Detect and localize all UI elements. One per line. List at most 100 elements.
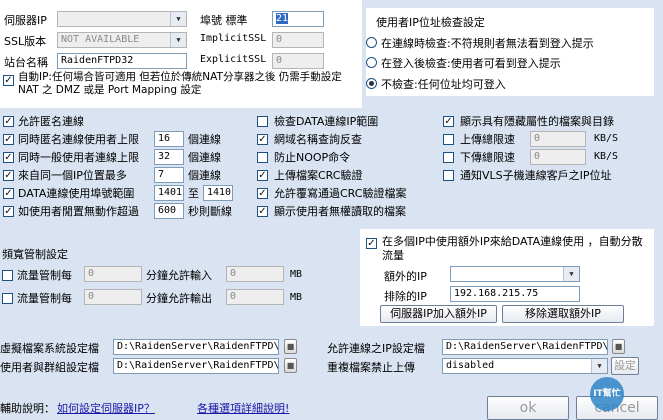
extra-ip-select[interactable]: ▼ xyxy=(450,266,580,282)
no-upload-value: disabled xyxy=(446,360,495,371)
settings-button[interactable]: 設定 xyxy=(611,357,639,375)
site-name-input[interactable]: RaidenFTPD32 xyxy=(57,53,187,69)
no-upload-select[interactable]: disabled ▼ xyxy=(442,358,608,374)
ok-button[interactable]: ok xyxy=(487,396,569,420)
download-limit-label: 下傳總限速 xyxy=(460,151,515,164)
bandwidth-in-checkbox[interactable] xyxy=(2,270,13,281)
server-ip-label: 伺服器IP xyxy=(4,14,47,27)
download-limit-input[interactable]: 0 xyxy=(530,149,586,165)
vls-notify-checkbox[interactable] xyxy=(443,170,454,181)
data-port-to-label: 至 xyxy=(188,187,199,200)
same-user-checkbox[interactable]: ✓ xyxy=(3,134,14,145)
check-data-ip-label: 檢查DATA連線IP範圍 xyxy=(274,115,379,128)
chevron-down-icon: ▼ xyxy=(563,267,579,281)
site-name-label: 站台名稱 xyxy=(4,56,48,69)
allow-ip-file-label: 允許連線之IP設定檔 xyxy=(327,342,425,355)
show-unreadable-checkbox[interactable]: ✓ xyxy=(257,206,268,217)
multi-ip-checkbox[interactable]: ✓ xyxy=(366,238,377,249)
ip-check-title: 使用者IP位址檢查設定 xyxy=(376,16,485,29)
bandwidth-in-minutes-input[interactable]: 0 xyxy=(84,266,142,282)
data-port-checkbox[interactable]: ✓ xyxy=(3,188,14,199)
check-data-ip-checkbox[interactable] xyxy=(257,116,268,127)
same-user-label: 同時匿名連線使用者上限 xyxy=(18,133,139,146)
same-ip-unit: 個連線 xyxy=(188,169,221,182)
vfs-browse-button[interactable]: ■ xyxy=(284,339,297,354)
data-port-label: DATA連線使用埠號範圍 xyxy=(18,187,135,200)
port-label: 埠號 標準 xyxy=(200,14,248,27)
add-extra-ip-button[interactable]: 伺服器IP加入額外IP xyxy=(380,305,497,323)
bandwidth-out-mid-label: 分鐘允許輸出 xyxy=(146,292,212,305)
group-browse-button[interactable]: ■ xyxy=(284,358,297,373)
same-general-label: 同時一般使用者連線上限 xyxy=(18,151,139,164)
folder-icon: ■ xyxy=(286,342,295,351)
bandwidth-out-mb-input[interactable]: 0 xyxy=(226,289,284,305)
ip-check-radio-none[interactable] xyxy=(366,78,377,89)
reverse-dns-checkbox[interactable]: ✓ xyxy=(257,134,268,145)
explicit-ssl-input[interactable]: 0 xyxy=(272,53,324,69)
server-ip-select[interactable]: ▼ xyxy=(57,11,187,27)
upload-crc-checkbox[interactable]: ✓ xyxy=(257,170,268,181)
exclude-ip-input[interactable]: 192.168.215.75 xyxy=(450,286,580,302)
remove-extra-ip-button[interactable]: 移除選取額外IP xyxy=(502,305,624,323)
same-ip-checkbox[interactable]: ✓ xyxy=(3,170,14,181)
ssl-select[interactable]: NOT AVAILABLE ▼ xyxy=(57,32,187,48)
vfs-file-label: 虛擬檔案系統設定檔 xyxy=(0,342,99,355)
idle-unit: 秒則斷線 xyxy=(188,205,232,218)
bandwidth-out-label: 流量管制每 xyxy=(17,292,72,305)
watermark-text: IT幫忙 xyxy=(593,389,621,399)
detail-link[interactable]: 各種選項詳細說明! xyxy=(197,400,289,416)
bandwidth-in-unit: MB xyxy=(290,269,303,280)
exclude-ip-label: 排除的IP xyxy=(384,290,427,303)
extra-ip-label: 額外的IP xyxy=(384,270,427,283)
show-hidden-checkbox[interactable]: ✓ xyxy=(443,116,454,127)
download-limit-checkbox[interactable] xyxy=(443,152,454,163)
implicit-ssl-input[interactable]: 0 xyxy=(272,32,324,48)
multi-ip-label: 在多個IP中使用額外IP來給DATA連線使用 ，自動分散流量 xyxy=(382,235,643,262)
allow-ip-file-input[interactable]: D:\RaidenServer\RaidenFTPD\ xyxy=(442,339,608,355)
same-user-input[interactable]: 16 xyxy=(154,131,184,147)
same-user-unit: 個連線 xyxy=(188,133,221,146)
watermark-logo: IT幫忙 xyxy=(590,377,624,411)
bandwidth-in-mid-label: 分鐘允許輸入 xyxy=(146,269,212,282)
idle-input[interactable]: 600 xyxy=(154,203,184,219)
same-ip-label: 來自同一個IP位置最多 xyxy=(18,169,127,182)
ip-check-option-none: 不檢查:任何位址均可登入 xyxy=(381,78,506,91)
upload-limit-input[interactable]: 0 xyxy=(530,131,586,147)
allow-ip-browse-button[interactable]: ■ xyxy=(612,339,625,354)
idle-checkbox[interactable]: ✓ xyxy=(3,206,14,217)
folder-icon: ■ xyxy=(614,342,623,351)
anonymous-checkbox[interactable]: ✓ xyxy=(3,116,14,127)
folder-icon: ■ xyxy=(286,361,295,370)
download-limit-unit: KB/S xyxy=(594,151,619,162)
auto-ip-checkbox[interactable]: ✓ xyxy=(3,75,14,86)
group-file-input[interactable]: D:\RaidenServer\RaidenFTPD\ xyxy=(113,358,279,374)
vls-notify-label: 通知VLS子機連線客戶之IP位址 xyxy=(460,169,612,182)
prevent-noop-label: 防止NOOP命令 xyxy=(274,151,351,164)
same-general-checkbox[interactable]: ✓ xyxy=(3,152,14,163)
vfs-file-input[interactable]: D:\RaidenServer\RaidenFTPD\ xyxy=(113,339,279,355)
same-general-input[interactable]: 32 xyxy=(154,149,184,165)
upload-limit-unit: KB/S xyxy=(594,133,619,144)
bandwidth-out-checkbox[interactable] xyxy=(2,293,13,304)
overwrite-crc-checkbox[interactable]: ✓ xyxy=(257,188,268,199)
group-file-label: 使用者與群組設定檔 xyxy=(0,361,99,374)
help-label: 輔助說明： xyxy=(0,402,55,415)
ip-check-radio-connect[interactable] xyxy=(366,37,377,48)
prevent-noop-checkbox[interactable] xyxy=(257,152,268,163)
show-unreadable-label: 顯示使用者無權讀取的檔案 xyxy=(274,205,406,218)
upload-crc-label: 上傳檔案CRC驗證 xyxy=(274,169,363,182)
bandwidth-out-unit: MB xyxy=(290,292,303,303)
chevron-down-icon: ▼ xyxy=(591,359,607,373)
bandwidth-title: 頻寬管制設定 xyxy=(2,248,68,261)
help-link[interactable]: 如何設定伺服器IP？ xyxy=(57,400,155,416)
data-port-from-input[interactable]: 1401 xyxy=(154,185,184,201)
data-port-to-input[interactable]: 1410 xyxy=(203,185,233,201)
ssl-value: NOT AVAILABLE xyxy=(61,34,140,45)
port-input[interactable]: 21 xyxy=(272,11,324,27)
upload-limit-checkbox[interactable] xyxy=(443,134,454,145)
bandwidth-in-mb-input[interactable]: 0 xyxy=(226,266,284,282)
bandwidth-out-minutes-input[interactable]: 0 xyxy=(84,289,142,305)
chevron-down-icon: ▼ xyxy=(170,12,186,26)
ip-check-radio-login[interactable] xyxy=(366,57,377,68)
same-ip-input[interactable]: 7 xyxy=(154,167,184,183)
